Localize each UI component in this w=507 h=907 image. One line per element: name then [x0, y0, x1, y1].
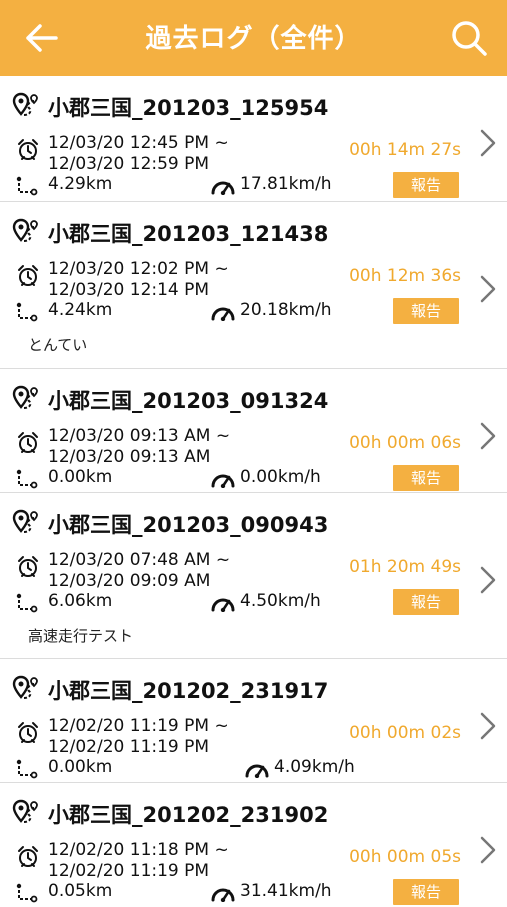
time-start: 12/02/20 11:19 PM ~ — [48, 716, 229, 736]
report-button[interactable]: 報告 — [393, 172, 459, 198]
chevron-right-icon[interactable] — [479, 274, 497, 304]
time-start: 12/02/20 11:18 PM ~ — [48, 840, 229, 860]
report-button[interactable]: 報告 — [393, 589, 459, 615]
log-entry[interactable]: 小郡三国_201203_091324 12/03/20 09:13 AM ~12/… — [0, 369, 507, 493]
chevron-right-icon[interactable] — [479, 711, 497, 741]
speed-value: 0.00km/h — [240, 467, 321, 487]
log-name: 小郡三国_201202_231902 — [48, 803, 329, 827]
speedometer-icon — [244, 760, 270, 779]
report-button[interactable]: 報告 — [393, 465, 459, 491]
log-memo: 高速走行テスト — [28, 627, 134, 645]
time-end: 12/03/20 12:59 PM — [48, 154, 210, 174]
speedometer-icon — [210, 303, 236, 322]
time-end: 12/03/20 09:13 AM — [48, 447, 211, 467]
distance-value: 6.06km — [48, 591, 113, 611]
report-button[interactable]: 報告 — [393, 879, 459, 905]
distance-value: 0.00km — [48, 467, 113, 487]
alarm-clock-icon — [16, 845, 40, 869]
chevron-right-icon[interactable] — [479, 421, 497, 451]
route-pin-icon — [12, 92, 40, 118]
time-start: 12/03/20 12:02 PM ~ — [48, 259, 229, 279]
log-name: 小郡三国_201203_090943 — [48, 513, 329, 537]
alarm-clock-icon — [16, 138, 40, 162]
log-entry[interactable]: 小郡三国_201202_231902 12/02/20 11:18 PM ~12/… — [0, 783, 507, 907]
log-entry[interactable]: 小郡三国_201203_121438 12/03/20 12:02 PM ~12/… — [0, 202, 507, 369]
speed-value: 20.18km/h — [240, 300, 332, 320]
speedometer-icon — [210, 594, 236, 613]
time-start: 12/03/20 09:13 AM ~ — [48, 426, 231, 446]
speed-value: 4.50km/h — [240, 591, 321, 611]
speedometer-icon — [210, 177, 236, 196]
log-name: 小郡三国_201203_125954 — [48, 96, 329, 120]
distance-icon — [16, 469, 38, 489]
report-button[interactable]: 報告 — [393, 298, 459, 324]
distance-icon — [16, 302, 38, 322]
speed-value: 17.81km/h — [240, 174, 332, 194]
chevron-right-icon[interactable] — [479, 565, 497, 595]
route-pin-icon — [12, 509, 40, 535]
route-pin-icon — [12, 385, 40, 411]
route-pin-icon — [12, 799, 40, 825]
time-end: 12/02/20 11:19 PM — [48, 861, 210, 881]
log-name: 小郡三国_201203_091324 — [48, 389, 329, 413]
header-bar: 過去ログ（全件） — [0, 0, 507, 76]
alarm-clock-icon — [16, 555, 40, 579]
time-end: 12/03/20 09:09 AM — [48, 571, 211, 591]
log-entry[interactable]: 小郡三国_201202_231917 12/02/20 11:19 PM ~12/… — [0, 659, 507, 783]
duration-value: 00h 14m 27s — [349, 140, 461, 160]
time-start: 12/03/20 12:45 PM ~ — [48, 133, 229, 153]
distance-value: 0.05km — [48, 881, 113, 901]
speedometer-icon — [210, 884, 236, 903]
log-memo: とんてい — [28, 336, 88, 354]
distance-icon — [16, 883, 38, 903]
duration-value: 00h 00m 06s — [349, 433, 461, 453]
speed-value: 31.41km/h — [240, 881, 332, 901]
log-name: 小郡三国_201202_231917 — [48, 679, 329, 703]
alarm-clock-icon — [16, 264, 40, 288]
distance-icon — [16, 593, 38, 613]
log-entry[interactable]: 小郡三国_201203_090943 12/03/20 07:48 AM ~12/… — [0, 493, 507, 659]
distance-value: 4.29km — [48, 174, 113, 194]
duration-value: 00h 00m 02s — [349, 723, 461, 743]
speedometer-icon — [210, 470, 236, 489]
distance-icon — [16, 759, 38, 779]
search-button[interactable] — [449, 18, 489, 58]
chevron-right-icon[interactable] — [479, 128, 497, 158]
distance-value: 4.24km — [48, 300, 113, 320]
duration-value: 00h 12m 36s — [349, 266, 461, 286]
log-entry[interactable]: 小郡三国_201203_125954 12/03/20 12:45 PM ~12/… — [0, 76, 507, 202]
time-end: 12/02/20 11:19 PM — [48, 737, 210, 757]
search-icon — [452, 21, 487, 56]
alarm-clock-icon — [16, 721, 40, 745]
distance-value: 0.00km — [48, 757, 113, 777]
time-end: 12/03/20 12:14 PM — [48, 280, 210, 300]
time-start: 12/03/20 07:48 AM ~ — [48, 550, 231, 570]
speed-value: 4.09km/h — [274, 757, 355, 777]
duration-value: 01h 20m 49s — [349, 557, 461, 577]
route-pin-icon — [12, 675, 40, 701]
route-pin-icon — [12, 218, 40, 244]
alarm-clock-icon — [16, 431, 40, 455]
page-title: 過去ログ（全件） — [145, 24, 362, 54]
log-name: 小郡三国_201203_121438 — [48, 222, 329, 246]
duration-value: 00h 00m 05s — [349, 847, 461, 867]
chevron-right-icon[interactable] — [479, 835, 497, 865]
distance-icon — [16, 176, 38, 196]
